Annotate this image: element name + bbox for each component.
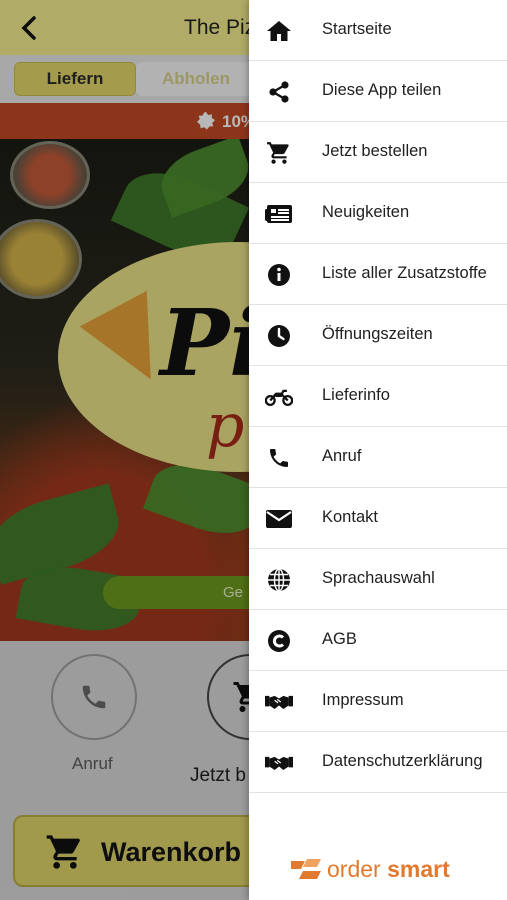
menu-item-news[interactable]: Neuigkeiten [249, 183, 507, 244]
navigation-drawer: Startseite Diese App teilen Jetzt bestel… [249, 0, 507, 900]
brand-logo: order smart [289, 854, 450, 884]
menu-item-contact[interactable]: Kontakt [249, 488, 507, 549]
menu-item-call[interactable]: Anruf [249, 427, 507, 488]
menu-item-imprint[interactable]: Impressum [249, 671, 507, 732]
news-icon [265, 201, 293, 227]
menu-item-terms[interactable]: AGB [249, 610, 507, 671]
handshake-icon [265, 689, 293, 715]
info-icon [265, 262, 293, 288]
menu-label: Anruf [322, 447, 362, 465]
order-smart-logo-icon [289, 857, 323, 881]
brand-name-part1: order [327, 855, 381, 882]
menu-label: Jetzt bestellen [322, 142, 428, 160]
menu-item-home[interactable]: Startseite [249, 0, 507, 61]
menu-label: Sprachauswahl [322, 569, 435, 587]
menu-item-order-now[interactable]: Jetzt bestellen [249, 122, 507, 183]
menu-label: Neuigkeiten [322, 203, 410, 221]
handshake-icon [265, 750, 293, 776]
menu-item-delivery-info[interactable]: Lieferinfo [249, 366, 507, 427]
envelope-icon [265, 506, 293, 532]
menu-item-share[interactable]: Diese App teilen [249, 61, 507, 122]
menu-label: Öffnungszeiten [322, 325, 433, 343]
share-icon [265, 79, 293, 105]
globe-icon [265, 567, 293, 593]
brand-name: order smart [327, 856, 450, 883]
brand-name-part2: smart [387, 855, 450, 882]
clock-icon [265, 323, 293, 349]
menu-label: Kontakt [322, 508, 378, 526]
menu-label: Impressum [322, 691, 404, 709]
motorcycle-icon [265, 384, 293, 410]
menu-label: Datenschutzerklärung [322, 752, 483, 770]
copyright-icon [265, 628, 293, 654]
menu-item-language[interactable]: Sprachauswahl [249, 549, 507, 610]
phone-icon [265, 445, 293, 471]
menu-item-opening-hours[interactable]: Öffnungszeiten [249, 305, 507, 366]
menu-label: Startseite [322, 20, 392, 38]
menu-label: Lieferinfo [322, 386, 390, 404]
menu-label: Diese App teilen [322, 81, 442, 99]
menu-item-additives[interactable]: Liste aller Zusatzstoffe [249, 244, 507, 305]
cart-icon [265, 140, 293, 166]
menu-label: Liste aller Zusatzstoffe [322, 264, 487, 282]
menu-item-privacy[interactable]: Datenschutzerklärung [249, 732, 507, 793]
menu-label: AGB [322, 630, 357, 648]
home-icon [265, 18, 293, 44]
